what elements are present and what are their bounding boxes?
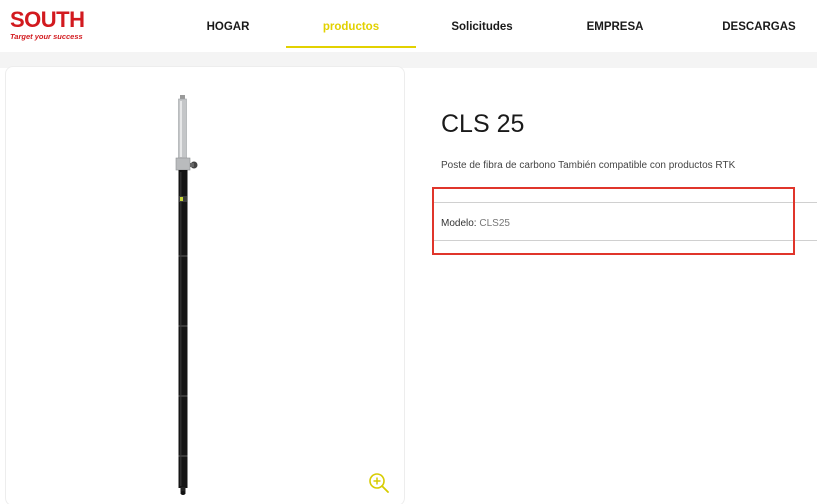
nav-item-productos[interactable]: productos (311, 0, 391, 50)
zoom-in-icon[interactable] (367, 471, 391, 495)
logo-tagline: Target your success (10, 32, 83, 41)
product-image-panel (5, 66, 405, 504)
south-logo[interactable]: SOUTH Target your success (10, 9, 100, 43)
nav-item-solicitudes[interactable]: Solicitudes (442, 0, 522, 50)
carbon-fiber-pole-image (175, 95, 198, 495)
site-header: SOUTH Target your success HOGAR producto… (0, 0, 817, 52)
nav-item-hogar[interactable]: HOGAR (198, 0, 258, 50)
highlight-annotation-box (432, 187, 795, 255)
nav-item-descargas[interactable]: DESCARGAS (714, 0, 804, 50)
nav-item-empresa[interactable]: EMPRESA (580, 0, 650, 50)
product-title: CLS 25 (441, 110, 525, 138)
logo-main-text: SOUTH (10, 7, 85, 32)
active-nav-underline (286, 46, 416, 48)
product-description: Poste de fibra de carbono También compat… (441, 160, 736, 171)
